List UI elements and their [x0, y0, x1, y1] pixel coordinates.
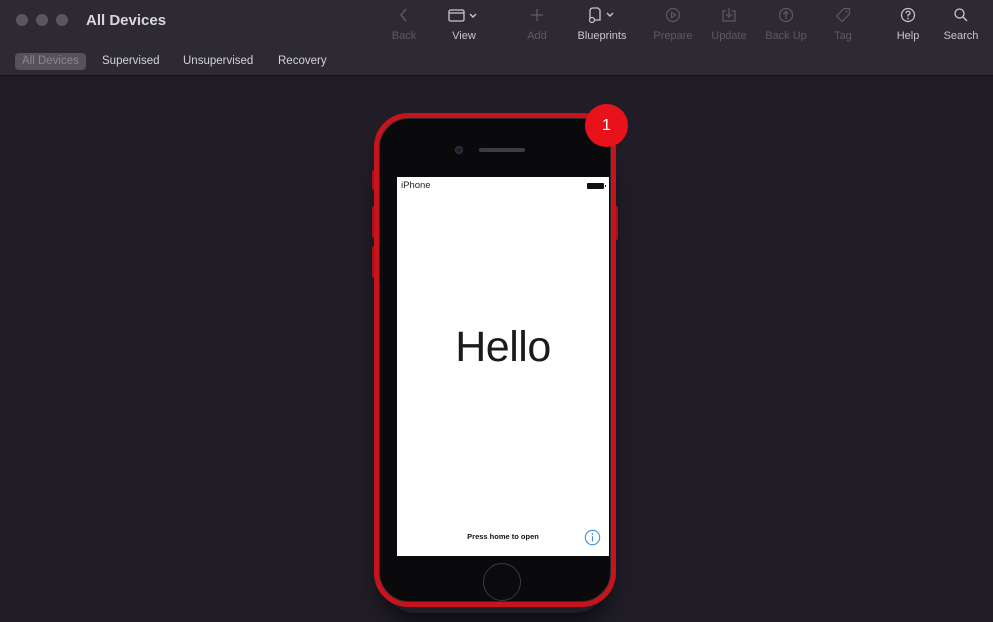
- back-up-label: Back Up: [765, 30, 807, 42]
- blueprints-label: Blueprints: [577, 30, 627, 42]
- back-button[interactable]: Back: [372, 6, 436, 42]
- blueprints-button[interactable]: Blueprints: [570, 6, 634, 42]
- update-label: Update: [711, 30, 747, 42]
- view-button[interactable]: View: [432, 6, 496, 42]
- press-home-prompt: Press home to open: [467, 532, 539, 541]
- search-button[interactable]: Search: [929, 6, 993, 42]
- device-screen: iPhone Hello Press home to open: [397, 177, 609, 556]
- earpiece-speaker: [479, 148, 525, 152]
- add-label: Add: [527, 30, 547, 42]
- plus-icon: [505, 6, 569, 28]
- back-up-button[interactable]: Back Up: [754, 6, 818, 42]
- chevron-left-icon: [372, 6, 436, 28]
- apple-configurator-window: All Devices Back View Add Blueprints Pre…: [0, 0, 993, 622]
- window-title: All Devices: [86, 12, 167, 29]
- minimize-window-button[interactable]: [36, 14, 48, 26]
- update-icon: [697, 6, 761, 28]
- filter-all-devices[interactable]: All Devices: [15, 53, 86, 70]
- back-label: Back: [391, 30, 417, 42]
- filter-unsupervised[interactable]: Unsupervised: [176, 53, 260, 70]
- update-button[interactable]: Update: [697, 6, 761, 42]
- close-window-button[interactable]: [16, 14, 28, 26]
- tag-icon: [811, 6, 875, 28]
- toolbar: All Devices Back View Add Blueprints Pre…: [0, 0, 993, 48]
- backup-icon: [754, 6, 818, 28]
- search-icon: [929, 6, 993, 28]
- front-camera: [455, 146, 463, 154]
- tag-label: Tag: [834, 30, 852, 42]
- hello-greeting: Hello: [455, 323, 551, 371]
- iphone-device-tile[interactable]: iPhone Hello Press home to open: [372, 113, 618, 613]
- battery-icon: [587, 183, 606, 189]
- prepare-label: Prepare: [653, 30, 693, 42]
- device-count-badge: 1: [585, 104, 628, 147]
- view-label: View: [452, 30, 476, 42]
- phone-face: iPhone Hello Press home to open: [379, 118, 611, 602]
- filter-bar: All Devices Supervised Unsupervised Reco…: [0, 48, 993, 76]
- search-label: Search: [943, 30, 979, 42]
- prepare-button[interactable]: Prepare: [641, 6, 705, 42]
- filter-recovery[interactable]: Recovery: [271, 53, 334, 70]
- blueprints-icon: [570, 6, 634, 28]
- tag-button[interactable]: Tag: [811, 6, 875, 42]
- add-button[interactable]: Add: [505, 6, 569, 42]
- home-button: [483, 563, 521, 601]
- view-icon: [432, 6, 496, 28]
- info-icon[interactable]: [584, 529, 601, 546]
- prepare-icon: [641, 6, 705, 28]
- status-bar-carrier: iPhone: [401, 180, 431, 191]
- zoom-window-button[interactable]: [56, 14, 68, 26]
- filter-supervised[interactable]: Supervised: [95, 53, 167, 70]
